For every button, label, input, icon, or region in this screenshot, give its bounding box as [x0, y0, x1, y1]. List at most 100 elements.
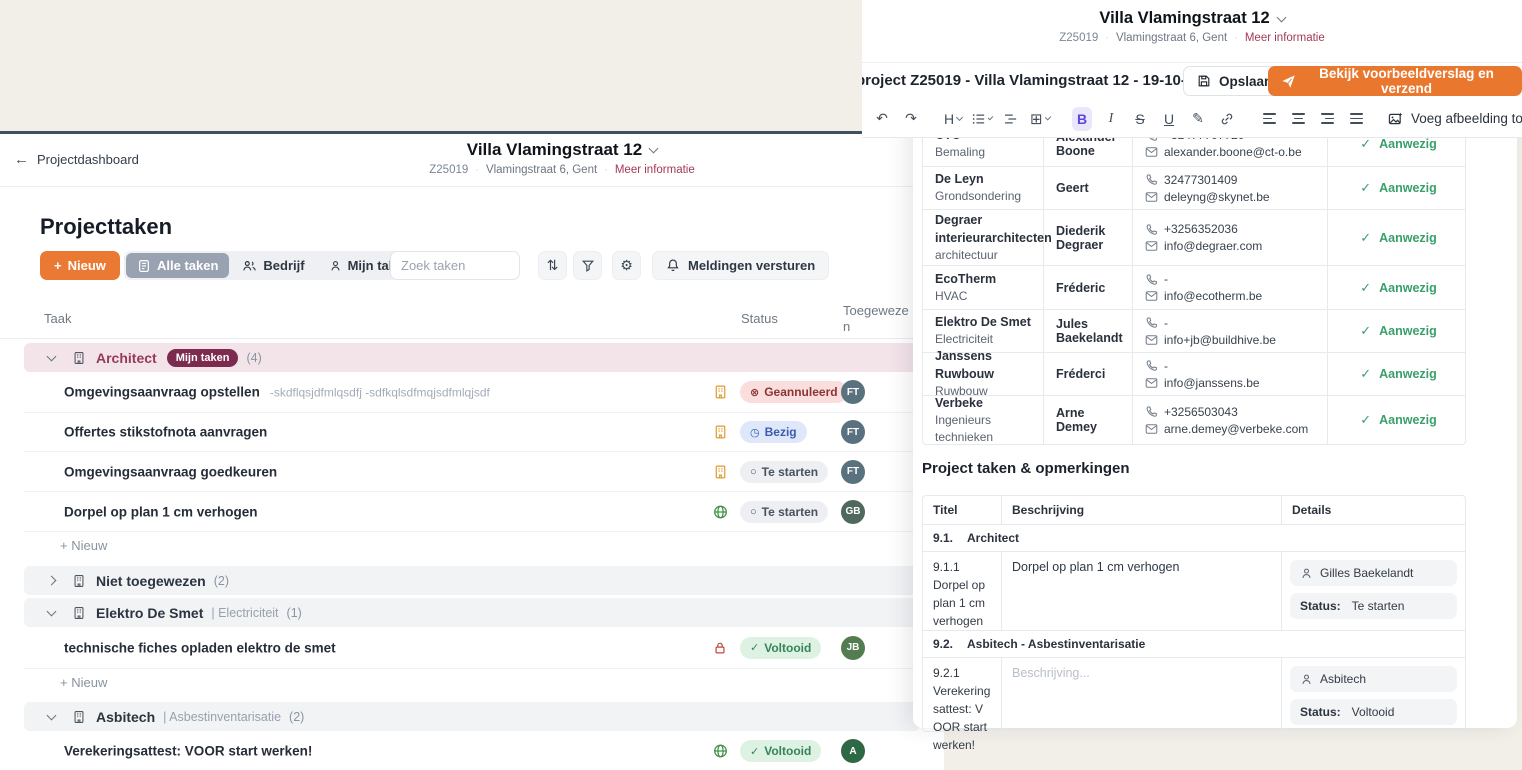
chevron-down-icon: [1044, 114, 1051, 121]
presence-status[interactable]: Aanwezig: [1379, 413, 1437, 427]
highlight-pen-button[interactable]: ✎: [1188, 107, 1208, 131]
chevron-down-icon: [47, 606, 57, 616]
task-row[interactable]: Offertes stikstofnota aanvragen ◷Bezig F…: [24, 413, 920, 452]
mail-icon: [1145, 377, 1158, 389]
send-notifications-button[interactable]: Meldingen versturen: [652, 251, 829, 280]
company-role: Ingenieurs technieken: [935, 412, 1033, 447]
avatar[interactable]: FT: [841, 380, 865, 404]
status-pill[interactable]: Status: Te starten: [1290, 593, 1457, 619]
segment-alle-taken[interactable]: Alle taken: [126, 253, 229, 278]
editor-toolbar: ↶ ↷ H ⊞ B I S U ✎: [872, 100, 1517, 137]
contact-row[interactable]: De LeynGrondsondering Geert 32477301409 …: [923, 167, 1465, 210]
avatar[interactable]: FT: [841, 420, 865, 444]
filter-button[interactable]: [573, 251, 602, 280]
presence-status[interactable]: Aanwezig: [1379, 367, 1437, 381]
preview-and-send-button[interactable]: Bekijk voorbeeldverslag en verzend: [1268, 66, 1522, 96]
heading-menu-button[interactable]: H: [943, 107, 963, 131]
chevron-down-icon: [649, 144, 659, 154]
contact-person: Fréderic: [1044, 266, 1133, 309]
task-title: Dorpel op plan 1 cm verhogen: [64, 504, 258, 519]
project-task-row: 9.1.1 Dorpel op plan 1 cm verhogen Dorpe…: [923, 552, 1465, 631]
task-description[interactable]: Dorpel op plan 1 cm verhogen: [1012, 558, 1271, 574]
assignee-pill[interactable]: Gilles Baekelandt: [1290, 560, 1457, 586]
contact-row[interactable]: Janssens RuwbouwRuwbouw Fréderci - info@…: [923, 353, 1465, 396]
column-beschrijving: Beschrijving: [1002, 496, 1282, 524]
strikethrough-button[interactable]: S: [1130, 107, 1150, 131]
report-project-title-dropdown[interactable]: Villa Vlamingstraat 12: [1099, 9, 1284, 28]
phone-icon: [1145, 316, 1158, 329]
group-row-niet-toegewezen[interactable]: Niet toegewezen (2): [24, 566, 920, 595]
italic-button[interactable]: I: [1101, 107, 1121, 131]
task-row[interactable]: Omgevingsaanvraag opstellen-skdflqsjdfml…: [24, 372, 920, 413]
avatar[interactable]: FT: [841, 460, 865, 484]
group-row-architect[interactable]: Architect Mijn taken (4): [24, 343, 920, 372]
task-row[interactable]: Omgevingsaanvraag goedkeuren ○Te starten…: [24, 452, 920, 492]
chevron-down-icon: [988, 114, 994, 120]
add-image-button[interactable]: Voeg afbeelding toe: [1388, 111, 1522, 126]
segment-bedrijf[interactable]: Bedrijf: [231, 253, 315, 278]
report-project-address: Vlamingstraat 6, Gent: [1116, 32, 1227, 44]
assignee-pill[interactable]: Asbitech: [1290, 666, 1457, 692]
task-filter-segmented-control: Alle taken Bedrijf Mijn taken: [124, 251, 424, 280]
link-button[interactable]: [1217, 107, 1237, 131]
add-new-task-link[interactable]: + Nieuw: [24, 532, 920, 558]
align-center-button[interactable]: [1288, 107, 1308, 131]
check-icon: ✓: [1360, 323, 1371, 339]
description-placeholder[interactable]: Beschrijving...: [1012, 664, 1271, 680]
building-icon: [713, 464, 728, 479]
presence-status[interactable]: Aanwezig: [1379, 137, 1437, 151]
justify-button[interactable]: [1346, 107, 1366, 131]
contact-row[interactable]: VerbekeIngenieurs technieken Arne Demey …: [923, 396, 1465, 444]
table-menu-button[interactable]: ⊞: [1030, 107, 1050, 131]
task-row[interactable]: technische fiches opladen elektro de sme…: [24, 627, 920, 669]
presence-status[interactable]: Aanwezig: [1379, 181, 1437, 195]
document-title[interactable]: project Z25019 - Villa Vlamingstraat 12 …: [862, 72, 1219, 89]
group-row-elektro-de-smet[interactable]: Elektro De Smet | Electriciteit (1): [24, 598, 920, 627]
back-to-projectdashboard[interactable]: ← Projectdashboard: [14, 151, 139, 168]
project-task-row: 9.2.1 Verekeringsattest: VOOR start werk…: [923, 658, 1465, 731]
contact-row[interactable]: EcoThermHVAC Fréderic - info@ecotherm.be…: [923, 266, 1465, 310]
contact-person: Arne Demey: [1044, 396, 1133, 444]
report-more-info-link[interactable]: Meer informatie: [1245, 32, 1325, 44]
status-value: Voltooid: [1352, 705, 1395, 719]
avatar[interactable]: JB: [841, 636, 865, 660]
report-header: Villa Vlamingstraat 12 Z25019 · Vlamings…: [862, 0, 1522, 138]
group-row-asbitech[interactable]: Asbitech | Asbestinventarisatie (2): [24, 702, 920, 731]
add-new-task-link[interactable]: + Nieuw: [24, 669, 920, 695]
gear-icon: ⚙: [620, 257, 633, 274]
status-pill[interactable]: Status: Voltooid: [1290, 699, 1457, 725]
settings-button[interactable]: ⚙: [612, 251, 641, 280]
avatar[interactable]: GB: [841, 500, 865, 524]
bullet-list-menu-button[interactable]: [972, 107, 992, 131]
search-tasks-input[interactable]: [390, 251, 520, 280]
status-badge-cancelled: ⊗Geannuleerd: [740, 381, 848, 403]
more-info-link[interactable]: Meer informatie: [615, 164, 695, 176]
task-title: Omgevingsaanvraag opstellen: [64, 385, 260, 400]
align-right-button[interactable]: [1317, 107, 1337, 131]
undo-button[interactable]: ↶: [872, 107, 892, 131]
floppy-icon: [1197, 74, 1211, 88]
align-left-button[interactable]: [1259, 107, 1279, 131]
sort-button[interactable]: ⇅: [538, 251, 567, 280]
section-name: Asbitech - Asbestinventarisatie: [967, 637, 1145, 651]
bold-button[interactable]: B: [1072, 107, 1092, 131]
redo-button[interactable]: ↷: [901, 107, 921, 131]
group-subtitle: | Electriciteit: [211, 606, 278, 620]
underline-button[interactable]: U: [1159, 107, 1179, 131]
task-row[interactable]: Dorpel op plan 1 cm verhogen ○Te starten…: [24, 492, 920, 532]
presence-status[interactable]: Aanwezig: [1379, 281, 1437, 295]
contact-email: alexander.boone@ct-o.be: [1164, 145, 1302, 159]
presence-status[interactable]: Aanwezig: [1379, 324, 1437, 338]
paper-plane-icon: [1281, 74, 1296, 89]
company-role: Bemaling: [935, 144, 1033, 161]
presence-status[interactable]: Aanwezig: [1379, 231, 1437, 245]
assignee-name: Asbitech: [1320, 672, 1366, 686]
avatar[interactable]: A: [841, 739, 865, 763]
company-name: EcoTherm: [935, 270, 1033, 288]
project-title-dropdown[interactable]: Villa Vlamingstraat 12: [467, 140, 657, 160]
task-title: technische fiches opladen elektro de sme…: [64, 640, 336, 655]
indent-list-button[interactable]: [1001, 107, 1021, 131]
new-task-button[interactable]: +Nieuw: [40, 251, 120, 280]
contact-row[interactable]: Degraer interieurarchitectenarchitectuur…: [923, 210, 1465, 266]
task-row[interactable]: Verekeringsattest: VOOR start werken! ✓V…: [24, 731, 920, 770]
